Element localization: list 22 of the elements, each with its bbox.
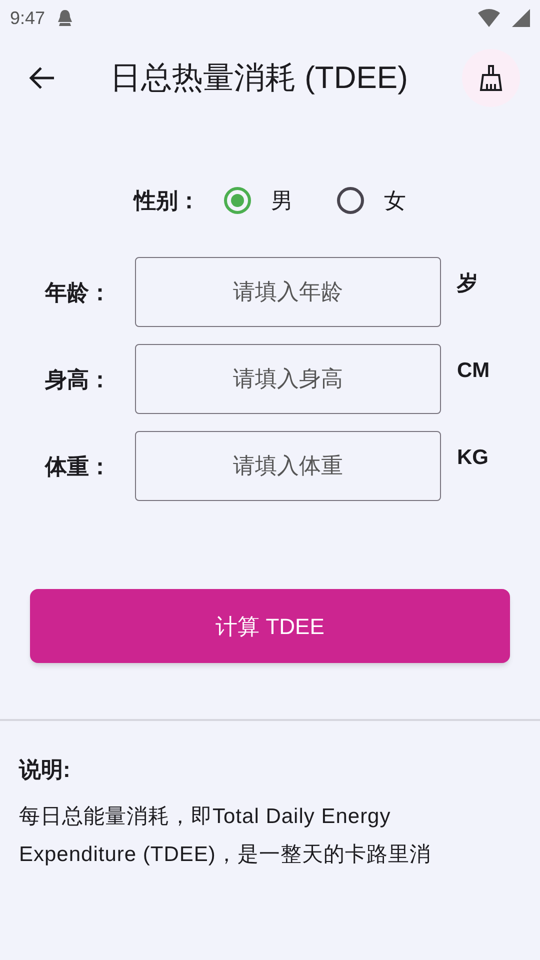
back-arrow-icon	[29, 66, 55, 90]
unit-label: CM	[457, 358, 490, 384]
gender-label: 性别：	[134, 187, 200, 215]
gender-radio[interactable]: 男	[224, 184, 293, 217]
wifi-icon	[478, 9, 500, 27]
notification-icon	[57, 9, 74, 27]
signal-icon	[512, 9, 530, 27]
field-label: 体重：	[44, 452, 112, 480]
status-time: 9:47	[10, 6, 46, 30]
input-field[interactable]: 请填入身高	[135, 344, 441, 414]
unit-label: 岁	[457, 271, 478, 298]
input-field[interactable]: 请填入体重	[135, 431, 441, 501]
calculate-button[interactable]: 计算 TDEE	[30, 589, 510, 663]
field-label: 年龄：	[44, 278, 112, 306]
gender-radio[interactable]: 女	[337, 184, 406, 217]
broom-icon	[478, 64, 504, 92]
note-text: 每日总能量消耗，即Total Daily Energy Expenditure (TDEE)，是一整天的卡路里消	[18, 804, 432, 868]
input-field[interactable]: 请填入年龄	[135, 257, 441, 327]
field-label: 身高：	[44, 366, 112, 394]
note-title: 说明:	[18, 756, 72, 784]
unit-label: KG	[457, 445, 488, 472]
page-title: 日总热量消耗 (TDEE)	[110, 58, 409, 97]
